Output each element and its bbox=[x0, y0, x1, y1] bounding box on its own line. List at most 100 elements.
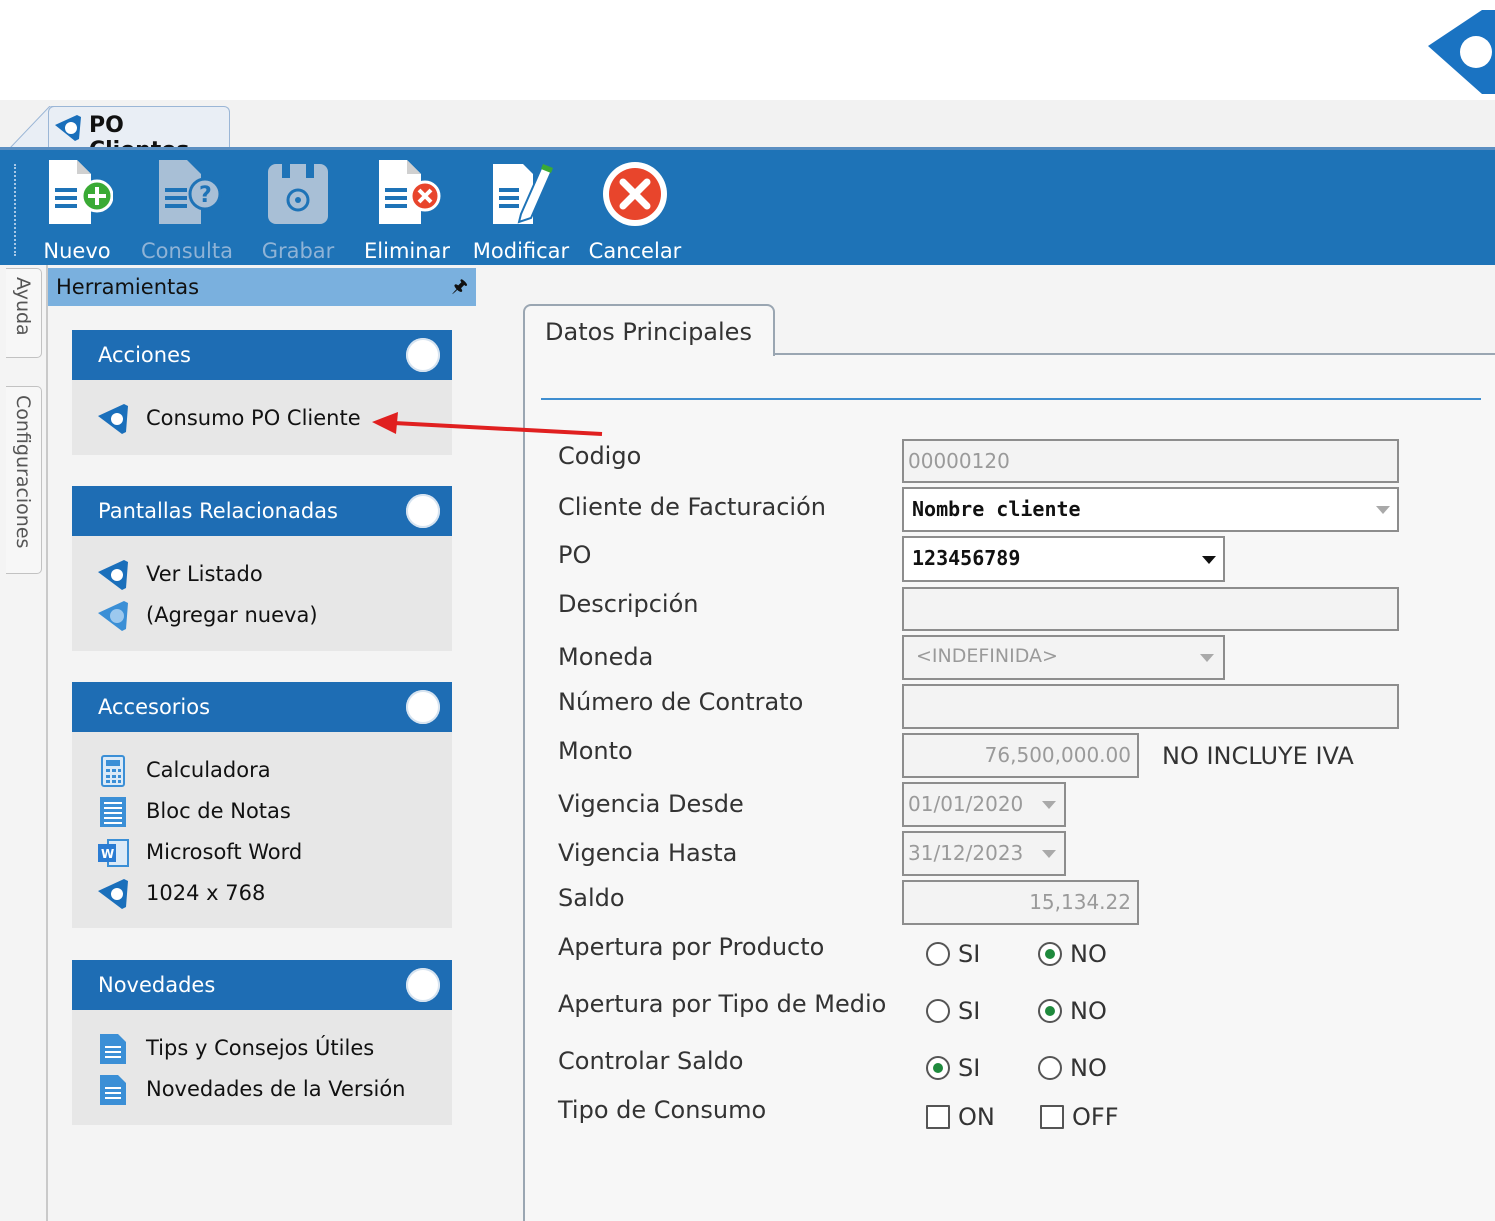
controlar-saldo-no-radio[interactable]: NO bbox=[1038, 1052, 1128, 1084]
eliminar-button[interactable]: Eliminar bbox=[364, 158, 450, 264]
vigencia-hasta-datepicker[interactable]: 31/12/2023 bbox=[902, 831, 1066, 876]
tool-item-ver-listado[interactable]: Ver Listado bbox=[96, 556, 396, 592]
group-title: Acciones bbox=[98, 343, 191, 367]
tool-item-label: Tips y Consejos Útiles bbox=[146, 1036, 375, 1060]
chevron-down-icon[interactable] bbox=[1042, 850, 1056, 858]
controlar-saldo-si-radio[interactable]: SI bbox=[926, 1052, 1006, 1084]
tab-datos-principales[interactable]: Datos Principales bbox=[523, 304, 775, 356]
side-tab-label: Ayuda bbox=[12, 277, 34, 336]
tool-item-calculadora[interactable]: Calculadora bbox=[96, 752, 396, 788]
cliente-value: Nombre cliente bbox=[912, 497, 1081, 521]
codigo-field[interactable]: 00000120 bbox=[902, 439, 1399, 483]
tab-po-clientes[interactable]: PO Clientes bbox=[48, 106, 230, 163]
app-logo-icon bbox=[53, 113, 83, 143]
radio-icon bbox=[926, 942, 950, 966]
descripcion-field[interactable] bbox=[902, 587, 1399, 631]
chevron-down-icon[interactable] bbox=[1200, 654, 1214, 662]
apertura-producto-no-radio[interactable]: NO bbox=[1038, 938, 1128, 970]
calculator-icon bbox=[96, 754, 130, 788]
checkbox-icon bbox=[1040, 1105, 1064, 1129]
side-tab-label: Configuraciones bbox=[12, 395, 34, 549]
codigo-label: Codigo bbox=[558, 442, 642, 470]
chevron-down-icon[interactable] bbox=[1202, 556, 1216, 564]
word-icon: W bbox=[96, 836, 130, 870]
nuevo-button[interactable]: Nuevo bbox=[38, 158, 116, 264]
tool-item-tips[interactable]: Tips y Consejos Útiles bbox=[96, 1030, 416, 1066]
side-tab-ayuda[interactable]: Ayuda bbox=[6, 268, 42, 358]
tool-item-novedades-version[interactable]: Novedades de la Versión bbox=[96, 1071, 436, 1107]
nuevo-label: Nuevo bbox=[43, 239, 111, 263]
apertura-medio-no-radio[interactable]: NO bbox=[1038, 995, 1128, 1027]
monto-note: NO INCLUYE IVA bbox=[1162, 742, 1354, 770]
option-label: NO bbox=[1070, 940, 1107, 968]
cancelar-button[interactable]: Cancelar bbox=[588, 158, 682, 264]
save-disk-icon bbox=[262, 158, 334, 230]
eliminar-label: Eliminar bbox=[364, 239, 451, 263]
tool-item-label: Consumo PO Cliente bbox=[146, 406, 361, 430]
collapse-icon[interactable] bbox=[406, 494, 440, 528]
notepad-icon bbox=[96, 795, 130, 829]
group-header[interactable]: Pantallas Relacionadas bbox=[72, 486, 452, 536]
consulta-label: Consulta bbox=[140, 239, 233, 263]
moneda-dropdown[interactable]: <INDEFINIDA> bbox=[902, 635, 1225, 680]
option-label: OFF bbox=[1072, 1103, 1119, 1131]
document-list-icon bbox=[96, 1032, 130, 1066]
tool-item-resolution[interactable]: 1024 x 768 bbox=[96, 875, 396, 911]
tool-item-label: Novedades de la Versión bbox=[146, 1077, 406, 1101]
apertura-medio-si-radio[interactable]: SI bbox=[926, 995, 1006, 1027]
svg-text:W: W bbox=[101, 847, 114, 861]
contrato-label: Número de Contrato bbox=[558, 688, 804, 716]
apertura-producto-label: Apertura por Producto bbox=[558, 933, 825, 961]
monto-value: 76,500,000.00 bbox=[984, 743, 1131, 767]
tool-item-consumo-po-cliente[interactable]: Consumo PO Cliente bbox=[96, 400, 396, 436]
group-accesorios: Accesorios Calculadora Bloc de Notas W M… bbox=[72, 682, 452, 928]
collapse-icon[interactable] bbox=[406, 690, 440, 724]
monto-field[interactable]: 76,500,000.00 bbox=[902, 733, 1139, 778]
collapse-icon[interactable] bbox=[406, 338, 440, 372]
vigencia-desde-label: Vigencia Desde bbox=[558, 790, 744, 818]
group-header[interactable]: Acciones bbox=[72, 330, 452, 380]
delete-document-icon bbox=[371, 158, 443, 230]
vigencia-desde-value: 01/01/2020 bbox=[908, 792, 1024, 816]
group-novedades: Novedades Tips y Consejos Útiles Novedad… bbox=[72, 960, 452, 1125]
group-header[interactable]: Accesorios bbox=[72, 682, 452, 732]
consulta-button[interactable]: ? Consulta bbox=[140, 158, 234, 264]
tool-item-label: Ver Listado bbox=[146, 562, 263, 586]
radio-icon bbox=[926, 999, 950, 1023]
saldo-value: 15,134.22 bbox=[1029, 890, 1131, 914]
tool-item-agregar-nueva[interactable]: (Agregar nueva) bbox=[96, 597, 396, 633]
tipo-consumo-off-checkbox[interactable]: OFF bbox=[1040, 1101, 1140, 1133]
modificar-button[interactable]: Modificar bbox=[470, 158, 572, 264]
collapse-icon[interactable] bbox=[406, 968, 440, 1002]
svg-text:?: ? bbox=[199, 183, 212, 208]
po-dropdown[interactable]: 123456789 bbox=[902, 536, 1225, 582]
controlar-saldo-label: Controlar Saldo bbox=[558, 1047, 744, 1075]
edit-document-icon bbox=[485, 158, 557, 230]
descripcion-label: Descripción bbox=[558, 590, 699, 618]
contrato-field[interactable] bbox=[902, 684, 1399, 729]
option-label: SI bbox=[958, 940, 981, 968]
grabar-button[interactable]: Grabar bbox=[256, 158, 340, 264]
tool-item-bloc-de-notas[interactable]: Bloc de Notas bbox=[96, 793, 396, 829]
tipo-consumo-on-checkbox[interactable]: ON bbox=[926, 1101, 1016, 1133]
toolbar-grip[interactable] bbox=[14, 164, 18, 256]
vigencia-desde-datepicker[interactable]: 01/01/2020 bbox=[902, 782, 1066, 827]
app-logo-icon bbox=[1420, 6, 1495, 98]
tool-item-label: Calculadora bbox=[146, 758, 271, 782]
apertura-producto-si-radio[interactable]: SI bbox=[926, 938, 1006, 970]
side-tab-configuraciones[interactable]: Configuraciones bbox=[6, 386, 42, 574]
radio-selected-icon bbox=[926, 1056, 950, 1080]
option-label: SI bbox=[958, 1054, 981, 1082]
saldo-field[interactable]: 15,134.22 bbox=[902, 880, 1139, 925]
chevron-down-icon[interactable] bbox=[1042, 801, 1056, 809]
checkbox-icon bbox=[926, 1105, 950, 1129]
group-header[interactable]: Novedades bbox=[72, 960, 452, 1010]
apertura-medio-label: Apertura por Tipo de Medio bbox=[558, 990, 887, 1018]
app-logo-icon bbox=[96, 402, 130, 436]
cliente-dropdown[interactable]: Nombre cliente bbox=[902, 487, 1399, 532]
chevron-down-icon[interactable] bbox=[1376, 506, 1390, 514]
tool-item-microsoft-word[interactable]: W Microsoft Word bbox=[96, 834, 396, 870]
group-title: Pantallas Relacionadas bbox=[98, 499, 338, 523]
cancelar-label: Cancelar bbox=[588, 239, 682, 263]
pin-icon[interactable]: 🖈 bbox=[451, 274, 468, 304]
